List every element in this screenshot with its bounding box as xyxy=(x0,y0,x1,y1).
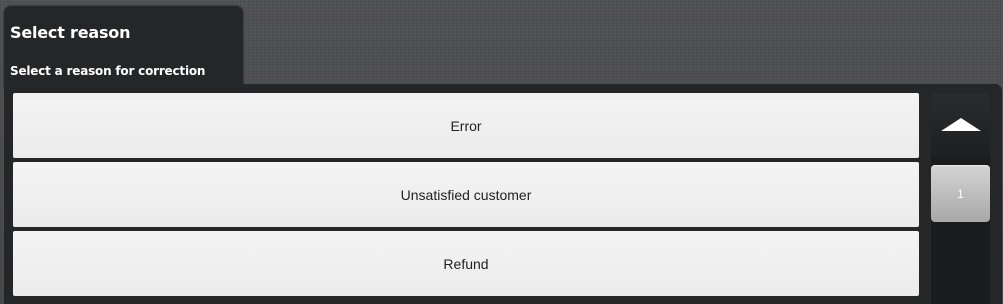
reason-label: Unsatisfied customer xyxy=(400,186,532,203)
dialog-subtitle: Select a reason for correction xyxy=(10,64,206,78)
page-number: 1 xyxy=(957,186,964,201)
reason-label: Error xyxy=(450,117,482,134)
dialog-title: Select reason xyxy=(10,23,131,42)
reason-button-error[interactable]: Error xyxy=(13,93,919,158)
dialog-tab: Select reason Select a reason for correc… xyxy=(4,6,243,88)
tab-panel-join xyxy=(4,82,243,88)
reason-label: Refund xyxy=(443,255,489,272)
page-indicator[interactable]: 1 xyxy=(931,165,990,222)
reason-button-unsatisfied-customer[interactable]: Unsatisfied customer xyxy=(13,162,919,227)
reason-button-refund[interactable]: Refund xyxy=(13,231,919,296)
arrow-up-icon xyxy=(941,118,981,131)
scroll-up-button[interactable] xyxy=(931,93,990,157)
